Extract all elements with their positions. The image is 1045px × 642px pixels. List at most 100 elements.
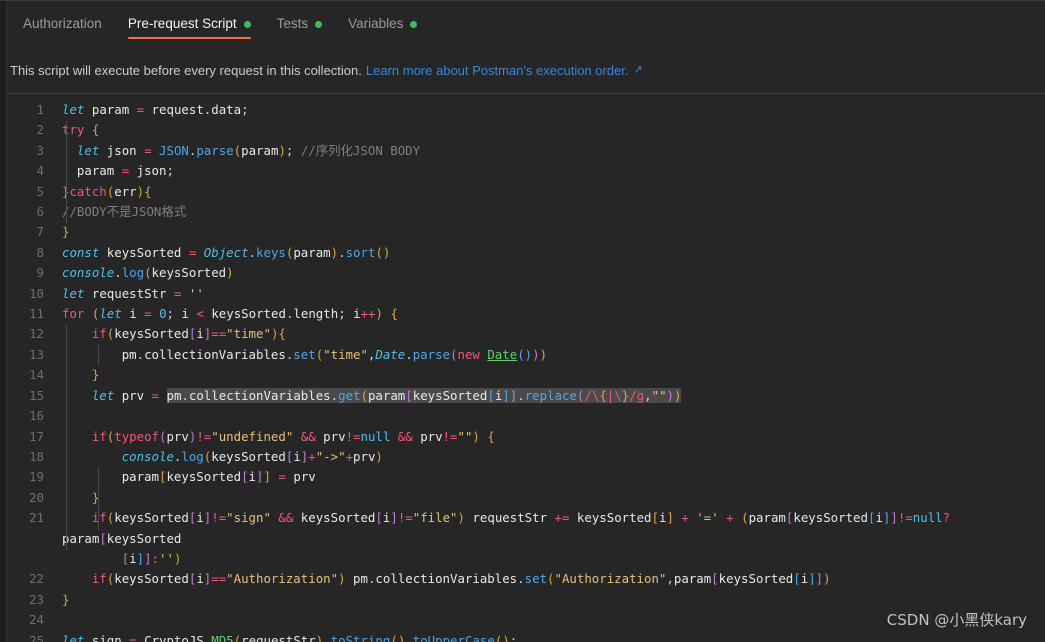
line-code-23[interactable]: } [54,590,1045,610]
code-line: 4 param = json; [8,161,1045,181]
code-line: 13 pm.collectionVariables.set("time",Dat… [8,345,1045,365]
code-line: 21 if(keysSorted[i]!="sign" && keysSorte… [8,508,1045,569]
tab-tests-label: Tests [276,16,309,31]
line-code-18[interactable]: console.log(keysSorted[i]+"->"+prv) [54,447,1045,467]
code-line: 18 console.log(keysSorted[i]+"->"+prv) [8,447,1045,467]
line-number: 17 [29,428,44,444]
line-code-6[interactable]: //BODY不是JSON格式 [54,202,1045,222]
line-number: 9 [36,265,44,281]
code-content[interactable]: 1 let param = request.data; 2 try { 3 let … [8,94,1045,642]
line-code-19[interactable]: param[keysSorted[i]] = prv [54,467,1045,487]
code-line: 5 }catch(err){ [8,182,1045,202]
active-tab-underline [127,37,251,39]
indent-guide [98,468,99,530]
code-line: 10 let requestStr = '' [8,284,1045,304]
tab-bar: Authorization Pre-request Script Tests V… [8,2,1045,47]
line-code-14[interactable]: } [54,365,1045,385]
line-code-17[interactable]: if(typeof(prv)!="undefined" && prv!=null… [54,427,1045,447]
code-line: 22 if(keysSorted[i]=="Authorization") pm… [8,569,1045,589]
code-line: 6 //BODY不是JSON格式 [8,202,1045,222]
line-number: 7 [36,224,44,240]
line-code-8[interactable]: const keysSorted = Object.keys(param).so… [54,243,1045,263]
tab-authorization[interactable]: Authorization [10,2,115,46]
line-number: 19 [29,469,44,485]
line-number: 23 [29,591,44,607]
code-line: 20 } [8,488,1045,508]
status-dot-icon [410,20,418,28]
tab-pre-request-script[interactable]: Pre-request Script [115,2,264,46]
line-code-13[interactable]: pm.collectionVariables.set("time",Date.p… [54,345,1045,365]
line-code-7[interactable]: } [54,222,1045,242]
line-number: 3 [36,142,44,158]
line-code-3[interactable]: let json = JSON.parse(param); //序列化JSON … [54,141,1045,161]
line-code-1[interactable]: let param = request.data; [54,100,1045,120]
line-number: 18 [29,448,44,464]
indent-guide [66,121,67,224]
line-number: 10 [29,285,44,301]
status-dot-icon [243,20,251,28]
code-line: 14 } [8,365,1045,385]
line-code-9[interactable]: console.log(keysSorted) [54,263,1045,283]
code-line: 8 const keysSorted = Object.keys(param).s… [8,243,1045,263]
line-number: 21 [29,510,44,526]
indent-guide [66,325,67,550]
line-code-21[interactable]: if(keysSorted[i]!="sign" && keysSorted[i… [54,508,1045,569]
line-number: 8 [36,244,44,260]
line-number: 1 [36,102,44,117]
code-line: 1 let param = request.data; [8,100,1045,120]
line-number: 12 [29,326,44,342]
code-selection[interactable]: pm.collectionVariables.get(param[keysSor… [166,387,682,403]
info-text: This script will execute before every re… [10,62,362,78]
code-editor[interactable]: 1 let param = request.data; 2 try { 3 let … [8,93,1045,642]
code-line: 23} [8,590,1045,610]
line-code-11[interactable]: for (let i = 0; i < keysSorted.length; i… [54,304,1045,324]
line-number: 4 [36,163,44,179]
tab-tests[interactable]: Tests [264,2,336,46]
line-number: 11 [29,306,44,322]
line-number: 13 [29,346,44,362]
code-line: 16 [8,406,1045,426]
code-line: 2 try { [8,120,1045,140]
line-code-20[interactable]: } [54,488,1045,508]
line-code-2[interactable]: try { [54,120,1045,140]
line-code-4[interactable]: param = json; [54,161,1045,181]
line-code-24[interactable] [54,610,1045,630]
info-bar: This script will execute before every re… [8,48,1045,92]
code-line: 25 let sign = CryptoJS.MD5(requestStr).to… [8,631,1045,642]
line-number: 5 [36,183,44,199]
external-link-icon[interactable]: ↗ [634,63,643,76]
code-line: 15 let prv = pm.collectionVariables.get(… [8,386,1045,406]
line-code-5[interactable]: }catch(err){ [54,182,1045,202]
line-number: 25 [29,632,44,642]
tab-variables[interactable]: Variables [335,2,430,46]
line-code-22[interactable]: if(keysSorted[i]=="Authorization") pm.co… [54,569,1045,589]
indent-guide [98,345,99,366]
line-number: 14 [29,367,44,383]
line-number: 24 [29,612,44,628]
left-rail [0,1,7,642]
line-code-10[interactable]: let requestStr = '' [54,284,1045,304]
code-line: 9 console.log(keysSorted) [8,263,1045,283]
tab-variables-label: Variables [348,16,404,31]
tab-pre-request-script-label: Pre-request Script [127,16,237,31]
line-code-16[interactable] [54,406,1045,426]
code-line: 17 if(typeof(prv)!="undefined" && prv!=n… [8,427,1045,447]
status-dot-icon [315,20,323,28]
code-line: 11 for (let i = 0; i < keysSorted.length;… [8,304,1045,324]
line-number: 6 [36,204,44,220]
code-line: 19 param[keysSorted[i]] = prv [8,467,1045,487]
line-number: 22 [29,571,44,587]
code-line: 7} [8,222,1045,242]
postman-collection-editor: Authorization Pre-request Script Tests V… [0,0,1045,642]
line-number: 20 [29,489,44,505]
line-code-12[interactable]: if(keysSorted[i]=="time"){ [54,324,1045,344]
code-line: 12 if(keysSorted[i]=="time"){ [8,324,1045,344]
line-number: 15 [29,387,44,403]
line-code-15[interactable]: let prv = pm.collectionVariables.get(par… [54,386,1045,406]
execution-order-link[interactable]: Learn more about Postman's execution ord… [366,63,629,78]
tab-authorization-label: Authorization [23,16,102,31]
line-number: 16 [29,408,44,424]
line-number: 2 [36,122,44,138]
line-code-25[interactable]: let sign = CryptoJS.MD5(requestStr).toSt… [54,631,1045,642]
code-line: 24 [8,610,1045,630]
